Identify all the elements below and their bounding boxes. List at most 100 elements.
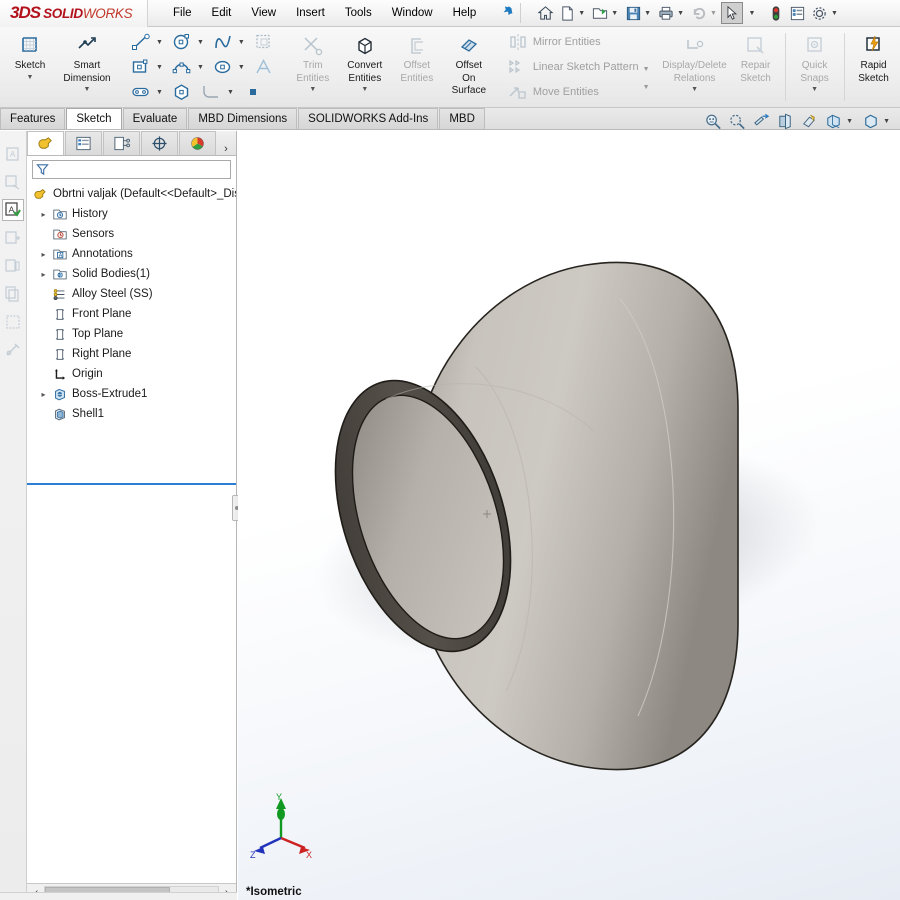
tree-item-right-plane[interactable]: Right Plane (27, 344, 236, 364)
mirror-entities-button[interactable]: Mirror Entities (503, 30, 603, 54)
display-delete-relations-button[interactable]: Display/Delete Relations ▼ (660, 27, 730, 107)
tab-mbd[interactable]: MBD (439, 108, 485, 129)
property-manager-tab[interactable] (65, 131, 102, 155)
tab-evaluate[interactable]: Evaluate (122, 108, 188, 129)
tree-item-sensors[interactable]: Sensors (27, 224, 236, 244)
new-document-icon[interactable] (556, 2, 578, 24)
text-tool[interactable] (249, 55, 279, 79)
line-tool[interactable] (126, 30, 156, 54)
rollback-bar[interactable] (27, 483, 236, 485)
undo-dropdown-caret[interactable]: ▼ (710, 10, 717, 17)
menu-item-tools[interactable]: Tools (335, 3, 382, 23)
polygon-tool[interactable] (167, 80, 197, 104)
tab-mbd-dimensions[interactable]: MBD Dimensions (188, 108, 298, 129)
solidworks-logo[interactable]: 3DS SOLID WORKS (0, 0, 148, 27)
graphics-viewport[interactable]: Y X Z *Isometric (238, 131, 900, 900)
spline-tool[interactable] (208, 30, 238, 54)
zoom-to-area-icon[interactable] (726, 111, 748, 131)
point-tool[interactable] (238, 80, 268, 104)
sketch-on-plane-tool[interactable] (249, 30, 279, 54)
menu-item-edit[interactable]: Edit (202, 3, 242, 23)
arc-dropdown-caret[interactable]: ▼ (197, 64, 204, 71)
tree-item-origin[interactable]: Origin (27, 364, 236, 384)
rebuild-icon[interactable] (765, 2, 787, 24)
menu-item-help[interactable]: Help (443, 3, 487, 23)
sketch-button[interactable]: Sketch ▼ (4, 27, 56, 107)
quick-snaps-dropdown-caret[interactable]: ▼ (811, 86, 818, 93)
offset-on-surface-button[interactable]: Offset On Surface (443, 27, 495, 107)
circle-tool[interactable] (167, 30, 197, 54)
zoom-to-fit-icon[interactable] (702, 111, 724, 131)
tree-item-front-plane[interactable]: Front Plane (27, 304, 236, 324)
annotation-copy-icon[interactable] (2, 283, 24, 305)
gear-icon[interactable] (809, 2, 831, 24)
tree-item-history[interactable]: ▸ History (27, 204, 236, 224)
offset-entities-button[interactable]: Offset Entities (391, 27, 443, 107)
convert-entities-dropdown-caret[interactable]: ▼ (361, 86, 368, 93)
undo-icon[interactable] (688, 2, 710, 24)
previous-view-icon[interactable] (750, 111, 772, 131)
tab-sketch[interactable]: Sketch (66, 108, 122, 129)
trim-entities-button[interactable]: Trim Entities ▼ (287, 27, 339, 107)
annotation-balloon-icon[interactable] (2, 171, 24, 193)
save-icon[interactable] (622, 2, 644, 24)
annotation-datum-icon[interactable] (2, 255, 24, 277)
tree-item-material[interactable]: Alloy Steel (SS) (27, 284, 236, 304)
tab-solidworks-add-ins[interactable]: SOLIDWORKS Add-Ins (298, 108, 439, 129)
sketch-dropdown-caret[interactable]: ▼ (27, 74, 34, 81)
rapid-sketch-button[interactable]: Rapid Sketch (848, 27, 900, 107)
tab-features[interactable]: Features (0, 108, 66, 129)
convert-entities-button[interactable]: Convert Entities ▼ (339, 27, 391, 107)
options-dropdown-caret[interactable]: ▼ (831, 10, 838, 17)
slot-dropdown-caret[interactable]: ▼ (156, 89, 163, 96)
print-icon[interactable] (655, 2, 677, 24)
dimxpert-manager-tab[interactable] (141, 131, 178, 155)
smart-dimension-button[interactable]: Smart Dimension ▼ (56, 27, 118, 107)
rectangle-dropdown-caret[interactable]: ▼ (156, 64, 163, 71)
annotation-frame-icon[interactable] (2, 311, 24, 333)
tree-item-shell[interactable]: Shell1 (27, 404, 236, 424)
open-dropdown-caret[interactable]: ▼ (611, 10, 618, 17)
menu-item-window[interactable]: Window (382, 3, 443, 23)
feature-tree-tab[interactable] (27, 131, 64, 155)
linear-sketch-pattern-button[interactable]: Linear Sketch Pattern (503, 55, 641, 79)
boss-extrude-expander[interactable]: ▸ (37, 390, 50, 399)
annotations-expander[interactable]: ▸ (37, 250, 50, 259)
fillet-dropdown-caret[interactable]: ▼ (227, 89, 234, 96)
circle-dropdown-caret[interactable]: ▼ (197, 39, 204, 46)
arc-tool[interactable] (167, 55, 197, 79)
annotation-surface-finish-icon[interactable]: A (2, 199, 24, 221)
home-icon[interactable] (534, 2, 556, 24)
trim-entities-dropdown-caret[interactable]: ▼ (309, 86, 316, 93)
tree-item-annotations[interactable]: ▸ A Annotations (27, 244, 236, 264)
tree-item-part-root[interactable]: Obrtni valjak (Default<<Default>_Disp (27, 184, 236, 204)
rectangle-tool[interactable] (126, 55, 156, 79)
annotation-weld-icon[interactable] (2, 339, 24, 361)
sketch-fillet-tool[interactable] (197, 80, 227, 104)
select-dropdown-caret[interactable]: ▼ (743, 2, 765, 24)
linear-sketch-pattern-dropdown-caret[interactable]: ▼ (643, 66, 650, 73)
smart-dimension-dropdown-caret[interactable]: ▼ (84, 86, 91, 93)
view-orientation-icon[interactable] (798, 111, 820, 131)
feature-manager-more-tabs[interactable]: › (217, 143, 235, 155)
section-view-icon[interactable] (774, 111, 796, 131)
quick-snaps-button[interactable]: Quick Snaps ▼ (789, 27, 841, 107)
display-style-dropdown-caret[interactable]: ▼ (846, 118, 853, 125)
configuration-manager-tab[interactable] (103, 131, 140, 155)
menu-item-file[interactable]: File (163, 3, 202, 23)
ellipse-tool[interactable] (208, 55, 238, 79)
spline-dropdown-caret[interactable]: ▼ (238, 39, 245, 46)
line-dropdown-caret[interactable]: ▼ (156, 39, 163, 46)
tree-item-boss-extrude[interactable]: ▸ Boss-Extrude1 (27, 384, 236, 404)
display-delete-relations-dropdown-caret[interactable]: ▼ (691, 86, 698, 93)
annotation-add-icon[interactable] (2, 227, 24, 249)
solid-bodies-expander[interactable]: ▸ (37, 270, 50, 279)
menu-item-insert[interactable]: Insert (286, 3, 335, 23)
tree-item-solid-bodies[interactable]: ▸ Solid Bodies(1) (27, 264, 236, 284)
save-dropdown-caret[interactable]: ▼ (644, 10, 651, 17)
display-manager-tab[interactable] (179, 131, 216, 155)
move-entities-dropdown-caret[interactable]: ▼ (643, 84, 650, 91)
tree-item-top-plane[interactable]: Top Plane (27, 324, 236, 344)
pushpin-icon[interactable] (497, 3, 517, 24)
repair-sketch-button[interactable]: Repair Sketch (730, 27, 782, 107)
